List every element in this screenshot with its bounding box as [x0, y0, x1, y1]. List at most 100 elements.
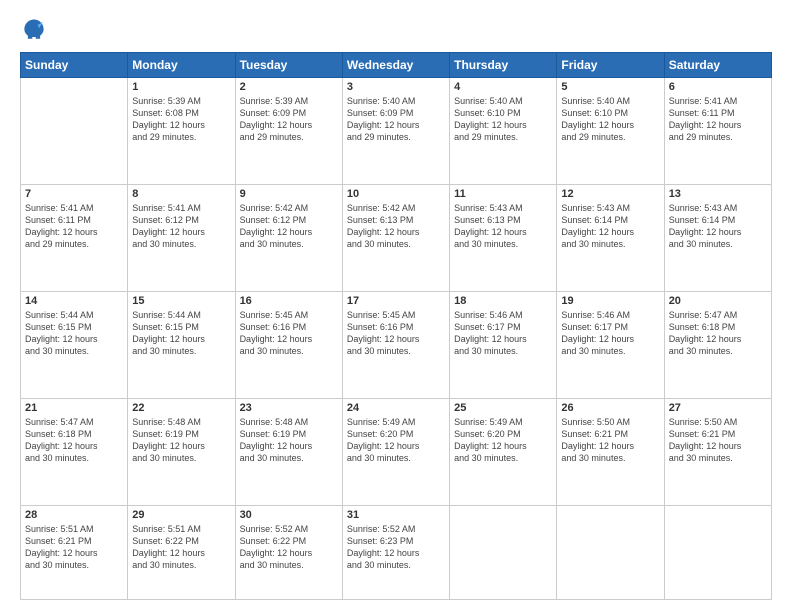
day-info: Sunrise: 5:43 AMSunset: 6:14 PMDaylight:… [669, 202, 767, 251]
calendar-cell: 22Sunrise: 5:48 AMSunset: 6:19 PMDayligh… [128, 398, 235, 505]
day-number: 9 [240, 188, 338, 200]
calendar-cell: 30 Sunrise: 5:52 AMSunset: 6:22 PMDayligh… [235, 505, 342, 599]
day-info: Sunrise: 5:40 AMSunset: 6:10 PMDaylight:… [561, 95, 659, 144]
weekday-monday: Monday [128, 53, 235, 78]
calendar-cell: 24 Sunrise: 5:49 AMSunset: 6:20 PMDayligh… [342, 398, 449, 505]
day-info: Sunrise: 5:47 AMSunset: 6:18 PMDaylight:… [669, 309, 767, 358]
calendar-cell: 4 Sunrise: 5:40 AMSunset: 6:10 PMDaylight… [450, 78, 557, 185]
day-number: 24 [347, 402, 445, 414]
week-row-1: 1 Sunrise: 5:39 AMSunset: 6:08 PMDaylight… [21, 78, 772, 185]
calendar-cell: 15 Sunrise: 5:44 AMSunset: 6:15 PMDayligh… [128, 291, 235, 398]
day-number: 28 [25, 509, 123, 521]
calendar-table: SundayMondayTuesdayWednesdayThursdayFrid… [20, 52, 772, 600]
week-row-3: 14 Sunrise: 5:44 AMSunset: 6:15 PMDayligh… [21, 291, 772, 398]
day-info: Sunrise: 5:46 AMSunset: 6:17 PMDaylight:… [561, 309, 659, 358]
weekday-saturday: Saturday [664, 53, 771, 78]
header [20, 16, 772, 44]
week-row-2: 7Sunrise: 5:41 AMSunset: 6:11 PMDaylight… [21, 184, 772, 291]
calendar-cell: 16 Sunrise: 5:45 AMSunset: 6:16 PMDayligh… [235, 291, 342, 398]
weekday-header-row: SundayMondayTuesdayWednesdayThursdayFrid… [21, 53, 772, 78]
calendar-cell: 19 Sunrise: 5:46 AMSunset: 6:17 PMDayligh… [557, 291, 664, 398]
calendar-cell: 12Sunrise: 5:43 AMSunset: 6:14 PMDayligh… [557, 184, 664, 291]
calendar-cell: 11 Sunrise: 5:43 AMSunset: 6:13 PMDayligh… [450, 184, 557, 291]
calendar-cell: 18Sunrise: 5:46 AMSunset: 6:17 PMDayligh… [450, 291, 557, 398]
day-number: 29 [132, 509, 230, 521]
day-number: 14 [25, 295, 123, 307]
day-number: 30 [240, 509, 338, 521]
calendar-cell: 28 Sunrise: 5:51 AMSunset: 6:21 PMDayligh… [21, 505, 128, 599]
day-number: 1 [132, 81, 230, 93]
calendar-cell [664, 505, 771, 599]
day-number: 11 [454, 188, 552, 200]
day-info: Sunrise: 5:49 AMSunset: 6:20 PMDaylight:… [454, 416, 552, 465]
calendar-cell: 23 Sunrise: 5:48 AMSunset: 6:19 PMDayligh… [235, 398, 342, 505]
day-number: 20 [669, 295, 767, 307]
calendar-cell [557, 505, 664, 599]
day-number: 3 [347, 81, 445, 93]
day-number: 27 [669, 402, 767, 414]
day-info: Sunrise: 5:44 AMSunset: 6:15 PMDaylight:… [132, 309, 230, 358]
day-number: 13 [669, 188, 767, 200]
calendar-cell: 1 Sunrise: 5:39 AMSunset: 6:08 PMDaylight… [128, 78, 235, 185]
day-number: 5 [561, 81, 659, 93]
day-number: 6 [669, 81, 767, 93]
weekday-sunday: Sunday [21, 53, 128, 78]
day-info: Sunrise: 5:49 AMSunset: 6:20 PMDaylight:… [347, 416, 445, 465]
day-number: 21 [25, 402, 123, 414]
day-info: Sunrise: 5:40 AMSunset: 6:09 PMDaylight:… [347, 95, 445, 144]
day-number: 7 [25, 188, 123, 200]
day-info: Sunrise: 5:40 AMSunset: 6:10 PMDaylight:… [454, 95, 552, 144]
calendar-cell: 31Sunrise: 5:52 AMSunset: 6:23 PMDayligh… [342, 505, 449, 599]
calendar-cell: 3 Sunrise: 5:40 AMSunset: 6:09 PMDaylight… [342, 78, 449, 185]
day-info: Sunrise: 5:41 AMSunset: 6:12 PMDaylight:… [132, 202, 230, 251]
calendar-cell [450, 505, 557, 599]
day-info: Sunrise: 5:48 AMSunset: 6:19 PMDaylight:… [240, 416, 338, 465]
day-info: Sunrise: 5:42 AMSunset: 6:13 PMDaylight:… [347, 202, 445, 251]
day-info: Sunrise: 5:44 AMSunset: 6:15 PMDaylight:… [25, 309, 123, 358]
calendar-cell: 21Sunrise: 5:47 AMSunset: 6:18 PMDayligh… [21, 398, 128, 505]
weekday-wednesday: Wednesday [342, 53, 449, 78]
day-info: Sunrise: 5:43 AMSunset: 6:14 PMDaylight:… [561, 202, 659, 251]
day-info: Sunrise: 5:39 AMSunset: 6:08 PMDaylight:… [132, 95, 230, 144]
day-number: 25 [454, 402, 552, 414]
day-info: Sunrise: 5:52 AMSunset: 6:22 PMDaylight:… [240, 523, 338, 572]
day-info: Sunrise: 5:48 AMSunset: 6:19 PMDaylight:… [132, 416, 230, 465]
calendar-cell: 10 Sunrise: 5:42 AMSunset: 6:13 PMDayligh… [342, 184, 449, 291]
day-number: 26 [561, 402, 659, 414]
day-number: 23 [240, 402, 338, 414]
day-info: Sunrise: 5:50 AMSunset: 6:21 PMDaylight:… [561, 416, 659, 465]
calendar-cell: 27Sunrise: 5:50 AMSunset: 6:21 PMDayligh… [664, 398, 771, 505]
calendar-cell: 6 Sunrise: 5:41 AMSunset: 6:11 PMDaylight… [664, 78, 771, 185]
day-number: 17 [347, 295, 445, 307]
day-number: 15 [132, 295, 230, 307]
day-info: Sunrise: 5:43 AMSunset: 6:13 PMDaylight:… [454, 202, 552, 251]
day-number: 19 [561, 295, 659, 307]
week-row-5: 28 Sunrise: 5:51 AMSunset: 6:21 PMDayligh… [21, 505, 772, 599]
day-info: Sunrise: 5:45 AMSunset: 6:16 PMDaylight:… [240, 309, 338, 358]
logo [20, 16, 52, 44]
logo-icon [20, 16, 48, 44]
day-number: 16 [240, 295, 338, 307]
day-number: 4 [454, 81, 552, 93]
calendar-cell: 29Sunrise: 5:51 AMSunset: 6:22 PMDayligh… [128, 505, 235, 599]
calendar-cell: 17Sunrise: 5:45 AMSunset: 6:16 PMDayligh… [342, 291, 449, 398]
day-info: Sunrise: 5:39 AMSunset: 6:09 PMDaylight:… [240, 95, 338, 144]
day-number: 2 [240, 81, 338, 93]
calendar-cell: 20 Sunrise: 5:47 AMSunset: 6:18 PMDayligh… [664, 291, 771, 398]
day-number: 10 [347, 188, 445, 200]
day-number: 8 [132, 188, 230, 200]
weekday-tuesday: Tuesday [235, 53, 342, 78]
calendar-cell: 8 Sunrise: 5:41 AMSunset: 6:12 PMDaylight… [128, 184, 235, 291]
weekday-thursday: Thursday [450, 53, 557, 78]
calendar-cell: 13 Sunrise: 5:43 AMSunset: 6:14 PMDayligh… [664, 184, 771, 291]
calendar-cell: 25 Sunrise: 5:49 AMSunset: 6:20 PMDayligh… [450, 398, 557, 505]
day-number: 31 [347, 509, 445, 521]
day-info: Sunrise: 5:41 AMSunset: 6:11 PMDaylight:… [669, 95, 767, 144]
day-info: Sunrise: 5:51 AMSunset: 6:21 PMDaylight:… [25, 523, 123, 572]
calendar-cell: 9 Sunrise: 5:42 AMSunset: 6:12 PMDaylight… [235, 184, 342, 291]
calendar-cell: 5 Sunrise: 5:40 AMSunset: 6:10 PMDaylight… [557, 78, 664, 185]
calendar-cell: 2 Sunrise: 5:39 AMSunset: 6:09 PMDaylight… [235, 78, 342, 185]
day-number: 18 [454, 295, 552, 307]
day-info: Sunrise: 5:42 AMSunset: 6:12 PMDaylight:… [240, 202, 338, 251]
calendar-cell [21, 78, 128, 185]
